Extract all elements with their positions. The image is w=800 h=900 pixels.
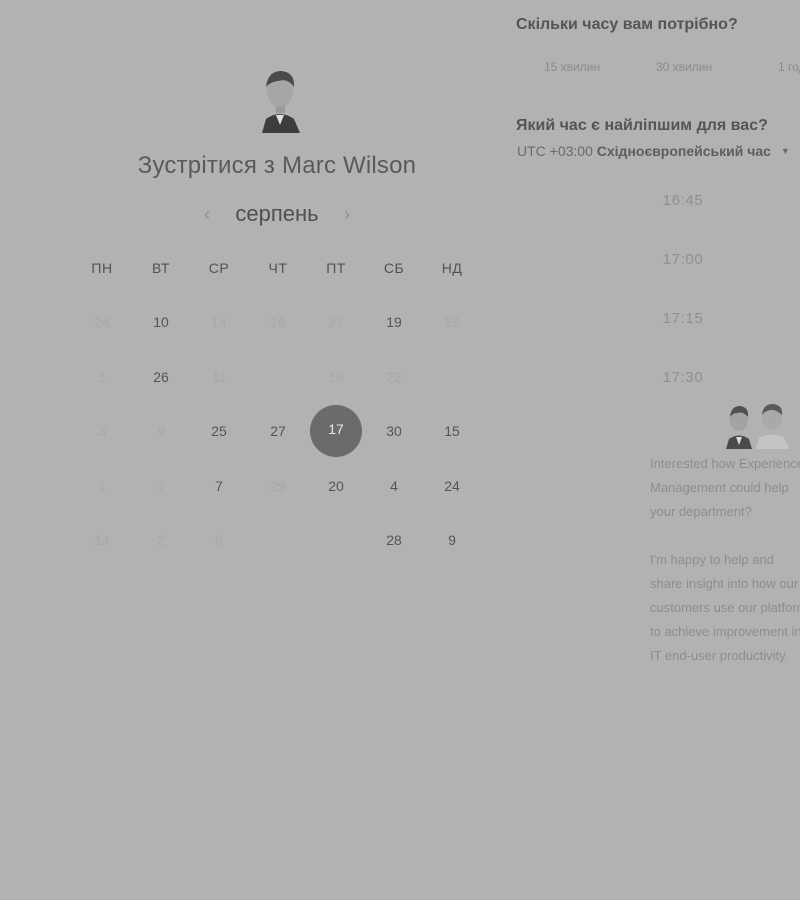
calendar-day: 8: [215, 532, 223, 548]
calendar-day: 2: [157, 532, 165, 548]
calendar-day[interactable]: 30: [374, 419, 414, 443]
calendar-day: 14: [211, 314, 227, 330]
weekday-tue: ВТ: [152, 260, 170, 276]
time-slot[interactable]: 17:15: [632, 310, 734, 327]
calendar-day: 23: [444, 314, 460, 330]
calendar-day: 3: [98, 423, 106, 439]
time-slot[interactable]: 17:30: [632, 369, 734, 386]
timezone-offset: UTC +03:00: [517, 143, 593, 159]
duration-question: Скільки часу вам потрібно?: [516, 16, 738, 33]
calendar-day[interactable]: 9: [432, 528, 472, 552]
calendar-day: 18: [328, 369, 344, 385]
calendar-day: 1: [98, 478, 106, 494]
calendar-grid: 24 10 14 16 27 19 23 1 26 11 18 22 3 9 25 27 17 30 15 1 7 7 29…: [0, 0, 560, 900]
calendar-day: 27: [328, 314, 344, 330]
calendar-day: 24: [94, 314, 110, 330]
weekday-sat: СБ: [383, 260, 405, 276]
duration-option-30[interactable]: 30 хвилин: [656, 60, 712, 74]
host-avatar: [254, 67, 306, 133]
calendar-day[interactable]: 10: [141, 310, 181, 334]
weekday-thu: ЧТ: [268, 260, 288, 276]
calendar-day[interactable]: 25: [199, 419, 239, 443]
chevron-down-icon: ▼: [780, 146, 790, 156]
calendar-day: 7: [157, 478, 165, 494]
calendar-day[interactable]: 15: [432, 419, 472, 443]
prev-month-icon[interactable]: ‹: [200, 204, 214, 225]
description-paragraph-2: I'm happy to help and share insight into…: [650, 552, 800, 663]
calendar-day: 16: [270, 314, 286, 330]
duration-options: 15 хвилин 30 хвилин 1 год: [516, 60, 800, 76]
meeting-scheduler: Зустрітися з Marc Wilson ‹ серпень › ПН …: [0, 0, 800, 900]
weekday-fri: ПТ: [326, 260, 346, 276]
weekday-sun: НД: [441, 260, 463, 276]
title-prefix: Зустрітися з: [137, 152, 276, 179]
page-title: Зустрітися з Marc Wilson: [0, 152, 554, 180]
selected-day[interactable]: 17: [310, 405, 362, 457]
timezone-name: Східноєвропейський час: [596, 143, 771, 159]
timezone-select[interactable]: UTC +03:00 Східноєвропейський час ▼: [517, 143, 790, 159]
calendar-day[interactable]: 24: [432, 474, 472, 498]
calendar-day: 9: [157, 423, 165, 439]
month-label: серпень: [235, 201, 319, 226]
description-paragraph-1: Interested how Experience Management cou…: [650, 456, 800, 519]
calendar-day: 29: [270, 478, 286, 494]
calendar-day[interactable]: 28: [374, 528, 414, 552]
next-month-icon[interactable]: ›: [340, 204, 354, 225]
host-photos: [726, 404, 790, 449]
calendar-day: 14: [94, 532, 110, 548]
time-slot[interactable]: 17:00: [632, 251, 734, 268]
time-question: Який час є найліпшим для вас?: [516, 117, 768, 134]
duration-option-15[interactable]: 15 хвилин: [544, 60, 600, 74]
month-navigation: ‹ серпень ›: [200, 198, 354, 230]
calendar-day[interactable]: 27: [258, 419, 298, 443]
calendar-day: 1: [98, 369, 106, 385]
calendar-day[interactable]: 4: [374, 474, 414, 498]
host-name: Marc Wilson: [282, 152, 417, 179]
weekday-mon: ПН: [91, 260, 113, 276]
calendar-day[interactable]: 19: [374, 310, 414, 334]
weekday-header: ПН ВТ СР ЧТ ПТ СБ НД: [0, 260, 560, 280]
host-description: Interested how Experience Management cou…: [650, 452, 800, 668]
calendar-day: 11: [211, 369, 227, 385]
weekday-wed: СР: [208, 260, 230, 276]
calendar-day[interactable]: 7: [199, 474, 239, 498]
duration-option-60[interactable]: 1 год: [778, 60, 800, 74]
calendar-day[interactable]: 26: [141, 365, 181, 389]
calendar-day: 22: [386, 369, 402, 385]
calendar-day[interactable]: 20: [316, 474, 356, 498]
time-slot[interactable]: 16:45: [632, 192, 734, 209]
